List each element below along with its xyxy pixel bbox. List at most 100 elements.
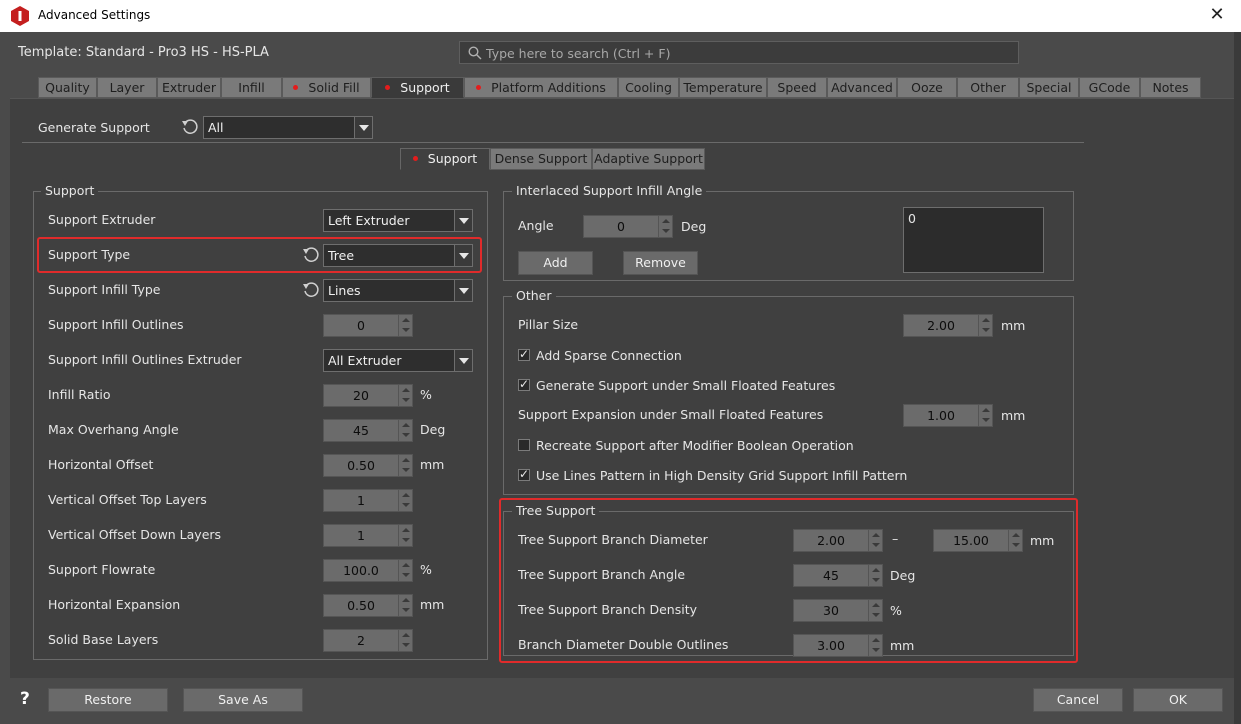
arrow-up-icon[interactable]	[872, 568, 880, 572]
sparse-connection-checkbox[interactable]	[518, 347, 530, 361]
infill-ratio-stepper[interactable]: 20	[323, 384, 413, 407]
arrow-up-icon[interactable]	[402, 458, 410, 462]
remove-button[interactable]: Remove	[623, 251, 698, 275]
arrow-down-icon[interactable]	[1012, 543, 1020, 547]
stepper-value[interactable]: 100.0	[324, 560, 398, 581]
stepper-value[interactable]: 2.00	[904, 315, 978, 336]
stepper-value[interactable]: 45	[324, 420, 398, 441]
arrow-up-icon[interactable]	[982, 318, 990, 322]
branch-angle-stepper[interactable]: 45	[793, 564, 883, 587]
stepper-value[interactable]: 30	[794, 600, 868, 621]
stepper-arrows[interactable]	[978, 315, 992, 336]
arrow-down-icon[interactable]	[402, 573, 410, 577]
tab-layer[interactable]: Layer	[97, 77, 157, 98]
stepper-value[interactable]: 2.00	[794, 530, 868, 551]
arrow-up-icon[interactable]	[402, 318, 410, 322]
tab-infill[interactable]: Infill	[221, 77, 282, 98]
stepper-arrows[interactable]	[398, 315, 412, 336]
restore-button[interactable]: Restore	[48, 688, 168, 712]
arrow-down-icon[interactable]	[872, 648, 880, 652]
arrow-up-icon[interactable]	[872, 638, 880, 642]
vertical-offset-top-stepper[interactable]: 1	[323, 489, 413, 512]
stepper-arrows[interactable]	[398, 630, 412, 651]
ok-button[interactable]: OK	[1133, 688, 1223, 712]
stepper-value[interactable]: 2	[324, 630, 398, 651]
stepper-arrows[interactable]	[398, 385, 412, 406]
small-floated-checkbox[interactable]	[518, 377, 530, 391]
support-flowrate-stepper[interactable]: 100.0	[323, 559, 413, 582]
arrow-down-icon[interactable]	[872, 543, 880, 547]
tab-cooling[interactable]: Cooling	[618, 77, 679, 98]
tab-quality[interactable]: Quality	[38, 77, 97, 98]
horizontal-offset-stepper[interactable]: 0.50	[323, 454, 413, 477]
lines-pattern-checkbox[interactable]	[518, 467, 530, 481]
stepper-arrows[interactable]	[398, 490, 412, 511]
pillar-size-stepper[interactable]: 2.00	[903, 314, 993, 337]
support-infill-outlines-stepper[interactable]: 0	[323, 314, 413, 337]
angle-list[interactable]: 0	[903, 207, 1044, 273]
tab-special[interactable]: Special	[1019, 77, 1079, 98]
reset-icon[interactable]	[181, 118, 199, 136]
reset-icon[interactable]	[302, 281, 320, 299]
angle-stepper[interactable]: 0	[583, 215, 673, 238]
stepper-arrows[interactable]	[868, 530, 882, 551]
tab-ooze[interactable]: Ooze	[897, 77, 957, 98]
arrow-down-icon[interactable]	[872, 613, 880, 617]
stepper-arrows[interactable]	[978, 405, 992, 426]
arrow-down-icon[interactable]	[982, 418, 990, 422]
generate-support-select[interactable]: All	[203, 116, 373, 139]
stepper-arrows[interactable]	[398, 525, 412, 546]
arrow-up-icon[interactable]	[402, 598, 410, 602]
stepper-value[interactable]: 0.50	[324, 595, 398, 616]
stepper-value[interactable]: 3.00	[794, 635, 868, 656]
tab-gcode[interactable]: GCode	[1079, 77, 1140, 98]
list-item[interactable]: 0	[908, 211, 916, 226]
vertical-offset-down-stepper[interactable]: 1	[323, 524, 413, 547]
stepper-value[interactable]: 1	[324, 525, 398, 546]
arrow-down-icon[interactable]	[402, 433, 410, 437]
arrow-down-icon[interactable]	[402, 503, 410, 507]
double-outlines-stepper[interactable]: 3.00	[793, 634, 883, 657]
tab-extruder[interactable]: Extruder	[157, 77, 221, 98]
arrow-down-icon[interactable]	[982, 328, 990, 332]
branch-diameter-min-stepper[interactable]: 2.00	[793, 529, 883, 552]
arrow-up-icon[interactable]	[402, 563, 410, 567]
stepper-value[interactable]: 0	[324, 315, 398, 336]
arrow-up-icon[interactable]	[402, 528, 410, 532]
support-expansion-stepper[interactable]: 1.00	[903, 404, 993, 427]
stepper-arrows[interactable]	[868, 565, 882, 586]
search-input[interactable]: Type here to search (Ctrl + F)	[459, 41, 1019, 64]
stepper-value[interactable]: 0.50	[324, 455, 398, 476]
stepper-arrows[interactable]	[1008, 530, 1022, 551]
stepper-arrows[interactable]	[868, 635, 882, 656]
arrow-up-icon[interactable]	[872, 533, 880, 537]
arrow-up-icon[interactable]	[982, 408, 990, 412]
arrow-down-icon[interactable]	[402, 468, 410, 472]
stepper-arrows[interactable]	[398, 595, 412, 616]
arrow-up-icon[interactable]	[662, 219, 670, 223]
stepper-arrows[interactable]	[868, 600, 882, 621]
subtab-dense-support[interactable]: Dense Support	[490, 148, 592, 170]
arrow-down-icon[interactable]	[402, 538, 410, 542]
cancel-button[interactable]: Cancel	[1033, 688, 1123, 712]
stepper-arrows[interactable]	[658, 216, 672, 237]
stepper-arrows[interactable]	[398, 455, 412, 476]
branch-diameter-max-stepper[interactable]: 15.00	[933, 529, 1023, 552]
arrow-up-icon[interactable]	[872, 603, 880, 607]
overhang-angle-stepper[interactable]: 45	[323, 419, 413, 442]
arrow-down-icon[interactable]	[402, 328, 410, 332]
arrow-down-icon[interactable]	[402, 398, 410, 402]
arrow-up-icon[interactable]	[402, 423, 410, 427]
tab-other[interactable]: Other	[957, 77, 1019, 98]
tab-advanced[interactable]: Advanced	[827, 77, 897, 98]
support-extruder-select[interactable]: Left Extruder	[323, 209, 473, 232]
recreate-support-checkbox[interactable]	[518, 439, 530, 451]
arrow-down-icon[interactable]	[402, 643, 410, 647]
stepper-arrows[interactable]	[398, 560, 412, 581]
stepper-arrows[interactable]	[398, 420, 412, 441]
stepper-value[interactable]: 0	[584, 216, 658, 237]
help-icon[interactable]: ?	[20, 689, 30, 709]
tab-speed[interactable]: Speed	[767, 77, 827, 98]
outlines-extruder-select[interactable]: All Extruder	[323, 349, 473, 372]
add-button[interactable]: Add	[518, 251, 593, 275]
